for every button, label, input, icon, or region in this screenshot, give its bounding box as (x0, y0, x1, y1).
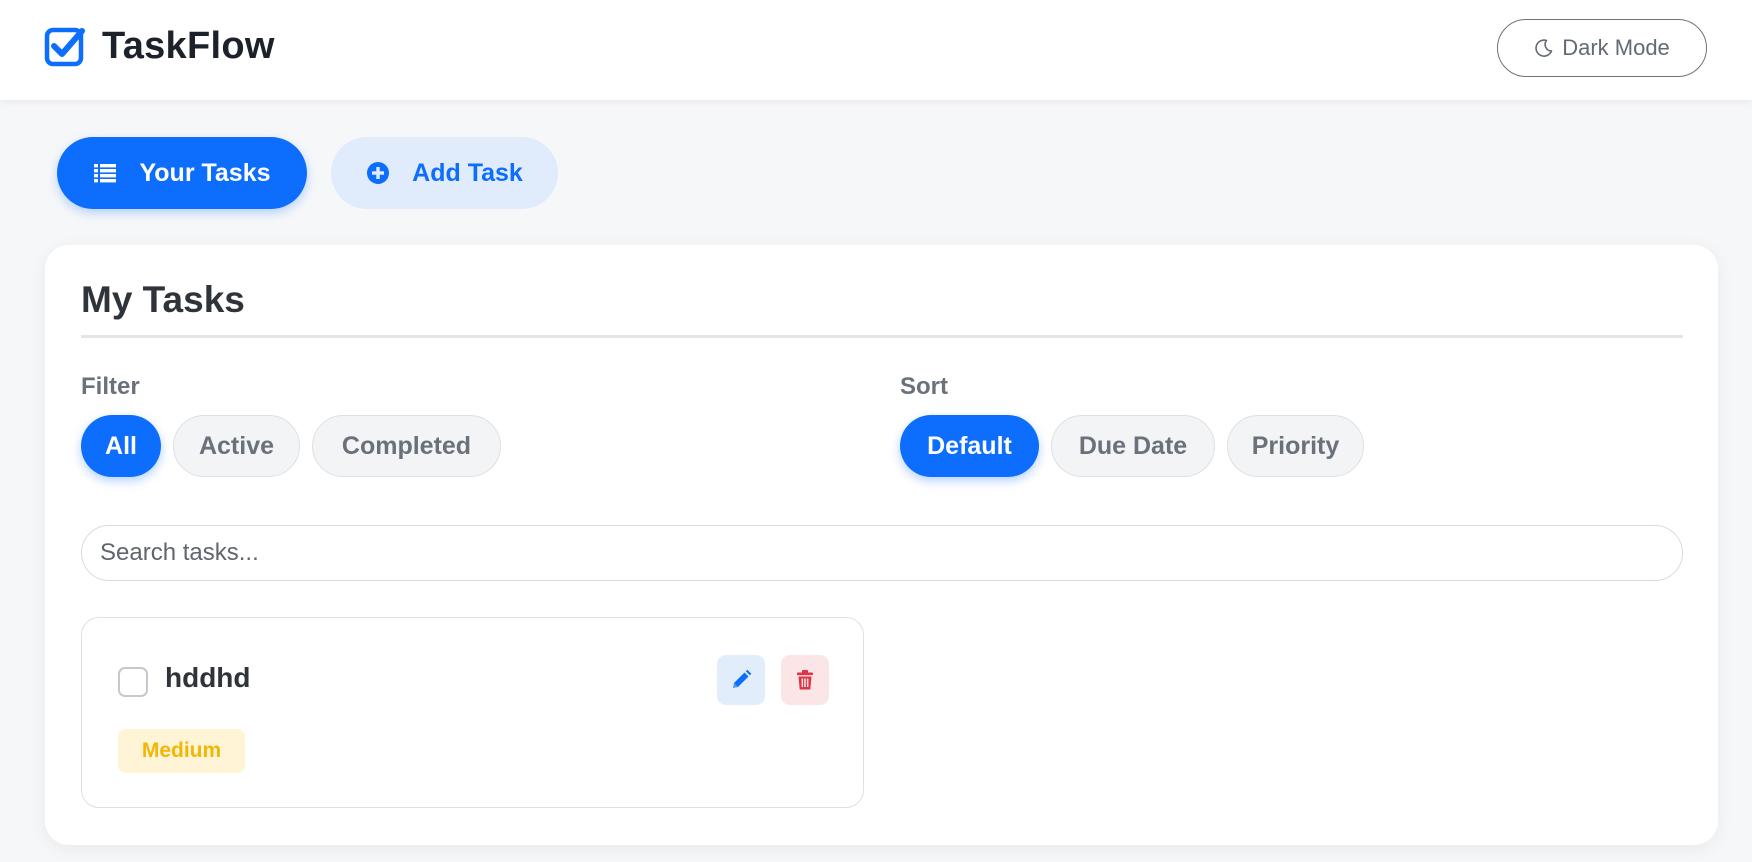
delete-task-button[interactable] (781, 655, 829, 705)
moon-icon (1535, 39, 1553, 57)
filter-label: Filter (81, 373, 140, 400)
dark-mode-button[interactable]: Dark Mode (1497, 19, 1707, 77)
app-name: TaskFlow (102, 24, 275, 67)
sort-priority-button[interactable]: Priority (1227, 415, 1364, 477)
page-title: My Tasks (81, 279, 245, 320)
sort-label: Sort (900, 373, 948, 400)
sort-due-date-button[interactable]: Due Date (1051, 415, 1215, 477)
divider (81, 335, 1683, 338)
tab-add-task[interactable]: Add Task (331, 137, 558, 209)
list-icon (94, 164, 117, 183)
pencil-icon (733, 669, 752, 688)
search-input[interactable] (81, 525, 1683, 581)
dark-mode-label: Dark Mode (1562, 35, 1670, 60)
brand[interactable]: TaskFlow (44, 24, 275, 68)
tab-your-tasks[interactable]: Your Tasks (57, 137, 307, 209)
check-square-icon (44, 27, 85, 67)
tab-add-task-label: Add Task (412, 158, 523, 187)
task-complete-checkbox[interactable] (118, 667, 148, 697)
filter-completed-button[interactable]: Completed (312, 415, 501, 477)
priority-badge: Medium (118, 729, 245, 773)
top-bar: TaskFlow Dark Mode (0, 0, 1752, 100)
sort-default-button[interactable]: Default (900, 415, 1039, 477)
edit-task-button[interactable] (717, 655, 765, 705)
tab-your-tasks-label: Your Tasks (139, 158, 271, 187)
tasks-panel: My Tasks Filter All Active Completed Sor… (45, 245, 1718, 845)
filter-all-button[interactable]: All (81, 415, 161, 477)
task-title: hddhd (165, 662, 251, 693)
filter-active-button[interactable]: Active (173, 415, 300, 477)
trash-icon (797, 670, 813, 690)
plus-circle-icon (367, 162, 390, 184)
task-card: hddhd Medium (81, 617, 864, 808)
